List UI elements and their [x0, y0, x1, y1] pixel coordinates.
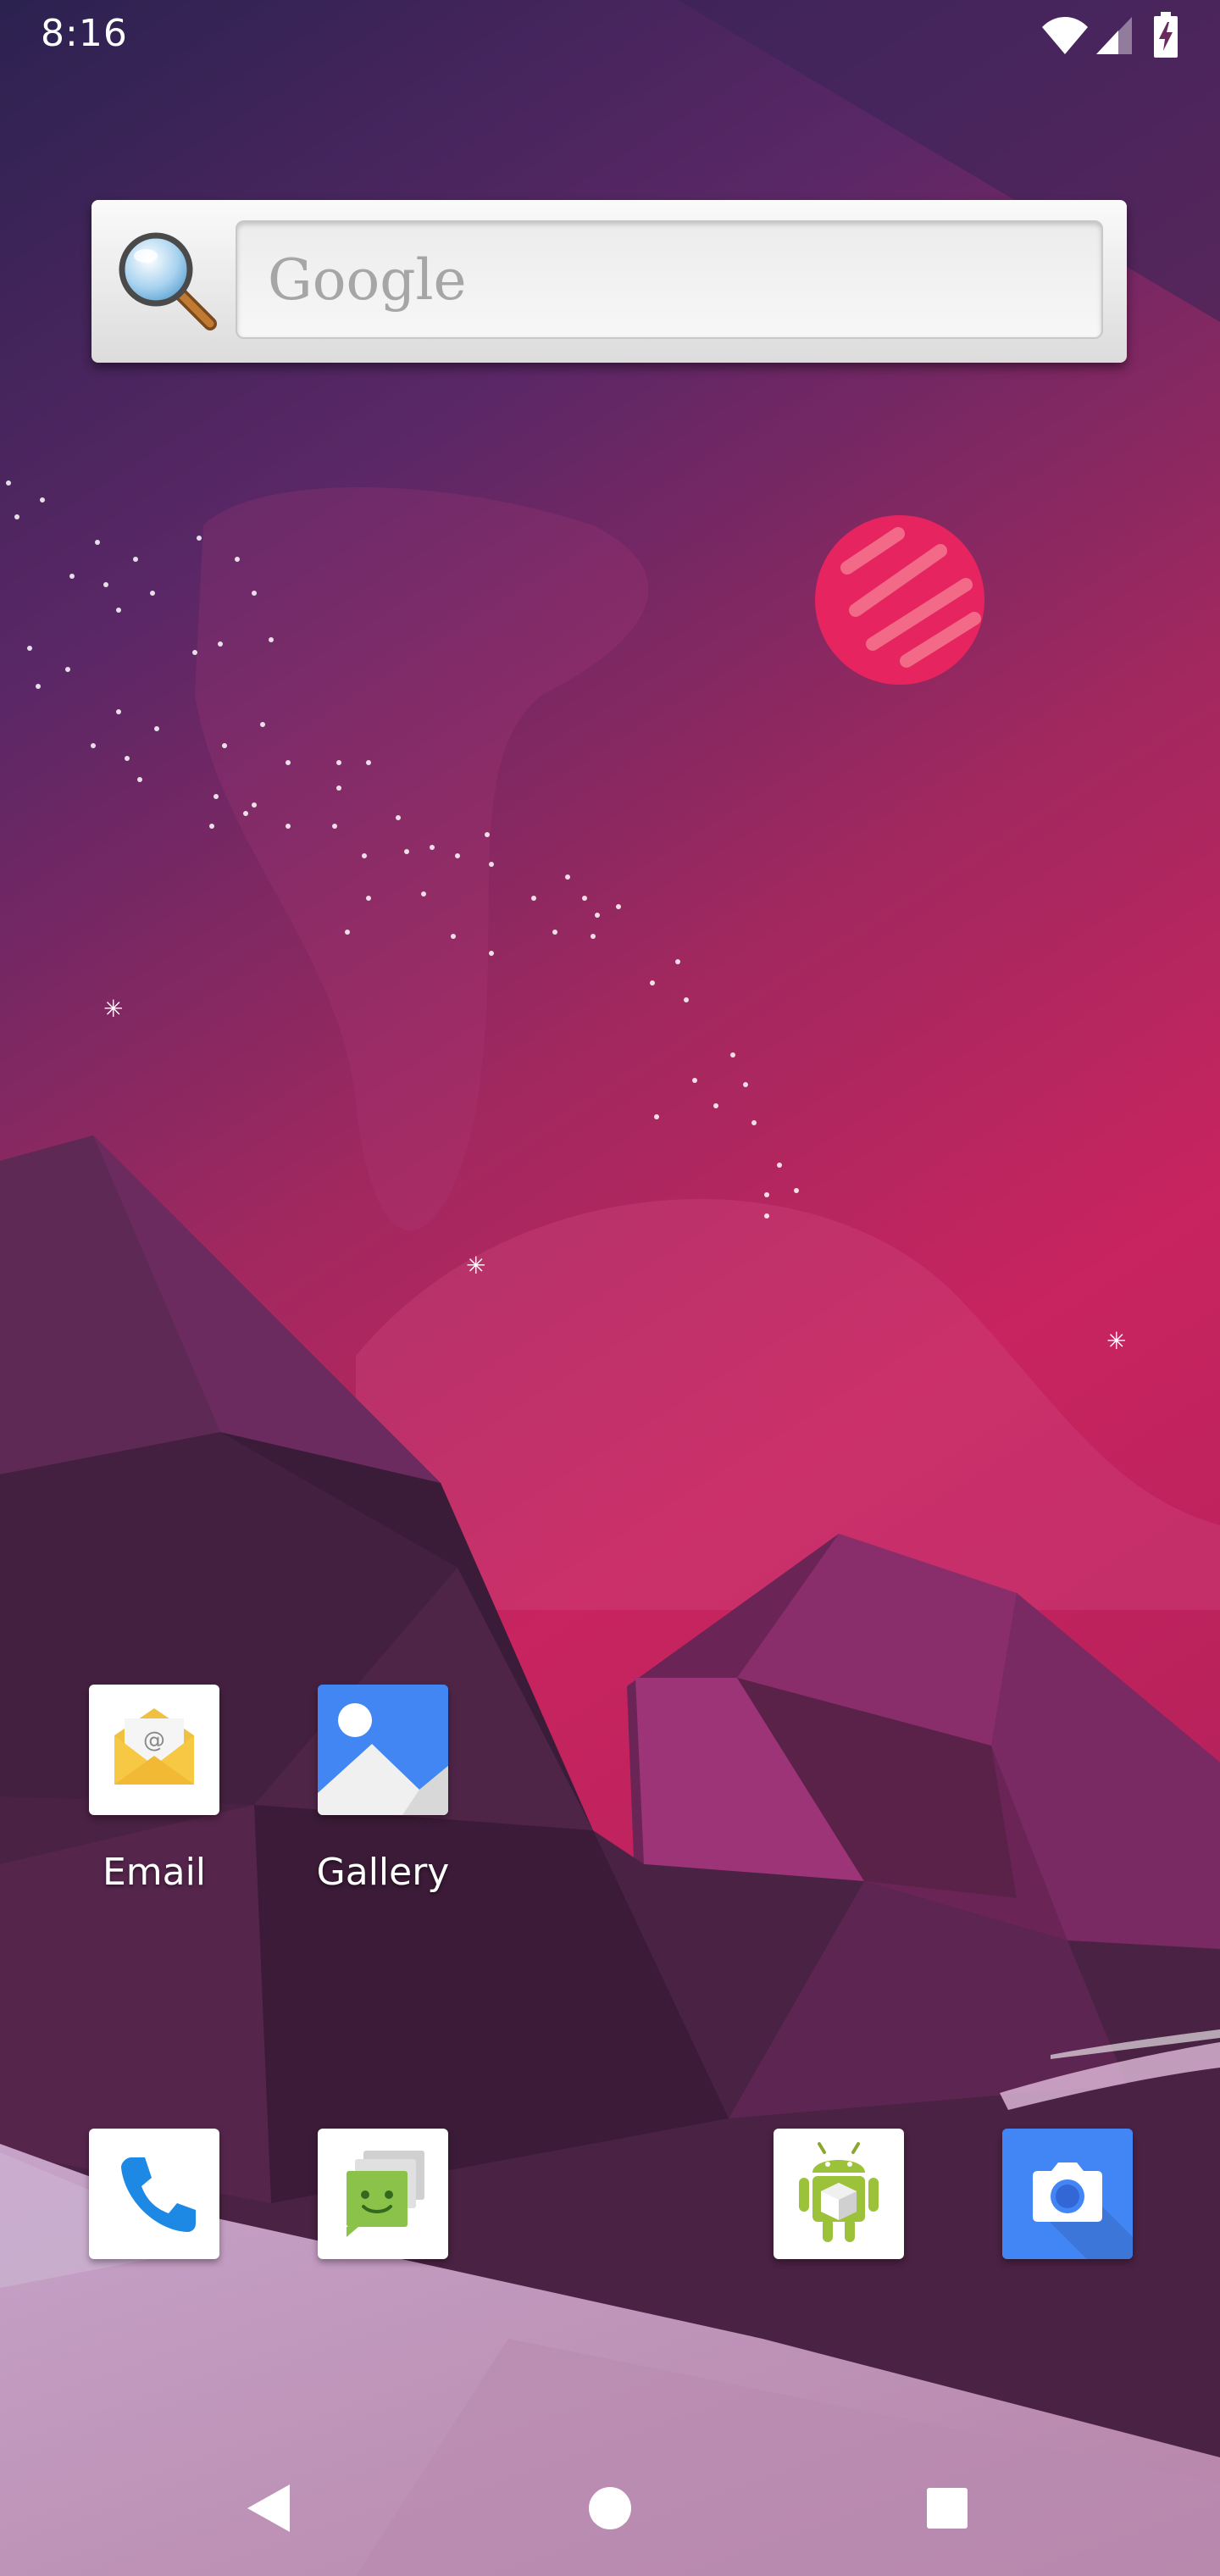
svg-text:✳: ✳ — [466, 1252, 485, 1280]
status-time: 8:16 — [41, 12, 128, 55]
search-hint: Google — [268, 247, 467, 313]
email-icon: @ — [114, 1708, 194, 1785]
search-input[interactable]: Google — [236, 220, 1103, 339]
google-search-widget[interactable]: Google — [92, 200, 1127, 363]
recents-icon[interactable] — [905, 2466, 990, 2551]
email-app-tile[interactable]: @ — [89, 1685, 219, 1815]
messaging-icon — [347, 2151, 424, 2237]
status-bar: 8:16 — [0, 0, 1220, 73]
wifi-icon — [1040, 15, 1090, 59]
gallery-app-tile[interactable] — [318, 1685, 448, 1815]
svg-text:✳: ✳ — [1106, 1327, 1126, 1355]
svg-text:@: @ — [143, 1728, 165, 1753]
battery-charging-icon — [1154, 12, 1178, 61]
camera-icon — [1002, 2129, 1133, 2259]
back-icon[interactable] — [229, 2466, 313, 2551]
app-label-gallery: Gallery — [316, 1851, 450, 1894]
navigation-bar — [0, 2440, 1220, 2576]
home-icon[interactable] — [568, 2466, 652, 2551]
package-installer-app-tile[interactable] — [774, 2129, 904, 2259]
svg-text:✳: ✳ — [103, 995, 123, 1023]
phone-app-tile[interactable] — [89, 2129, 219, 2259]
gallery-icon — [318, 1685, 448, 1815]
camera-app-tile[interactable] — [1002, 2129, 1133, 2259]
cellular-signal-icon — [1096, 15, 1132, 59]
phone-icon — [121, 2157, 196, 2232]
magnifier-icon[interactable] — [112, 225, 222, 336]
app-label-email: Email — [102, 1851, 207, 1894]
android-package-icon — [799, 2142, 879, 2242]
messaging-app-tile[interactable] — [318, 2129, 448, 2259]
home-screen: ✳ ✳ ✳ 8:16 Google @ Email Gallery — [0, 0, 1220, 2576]
